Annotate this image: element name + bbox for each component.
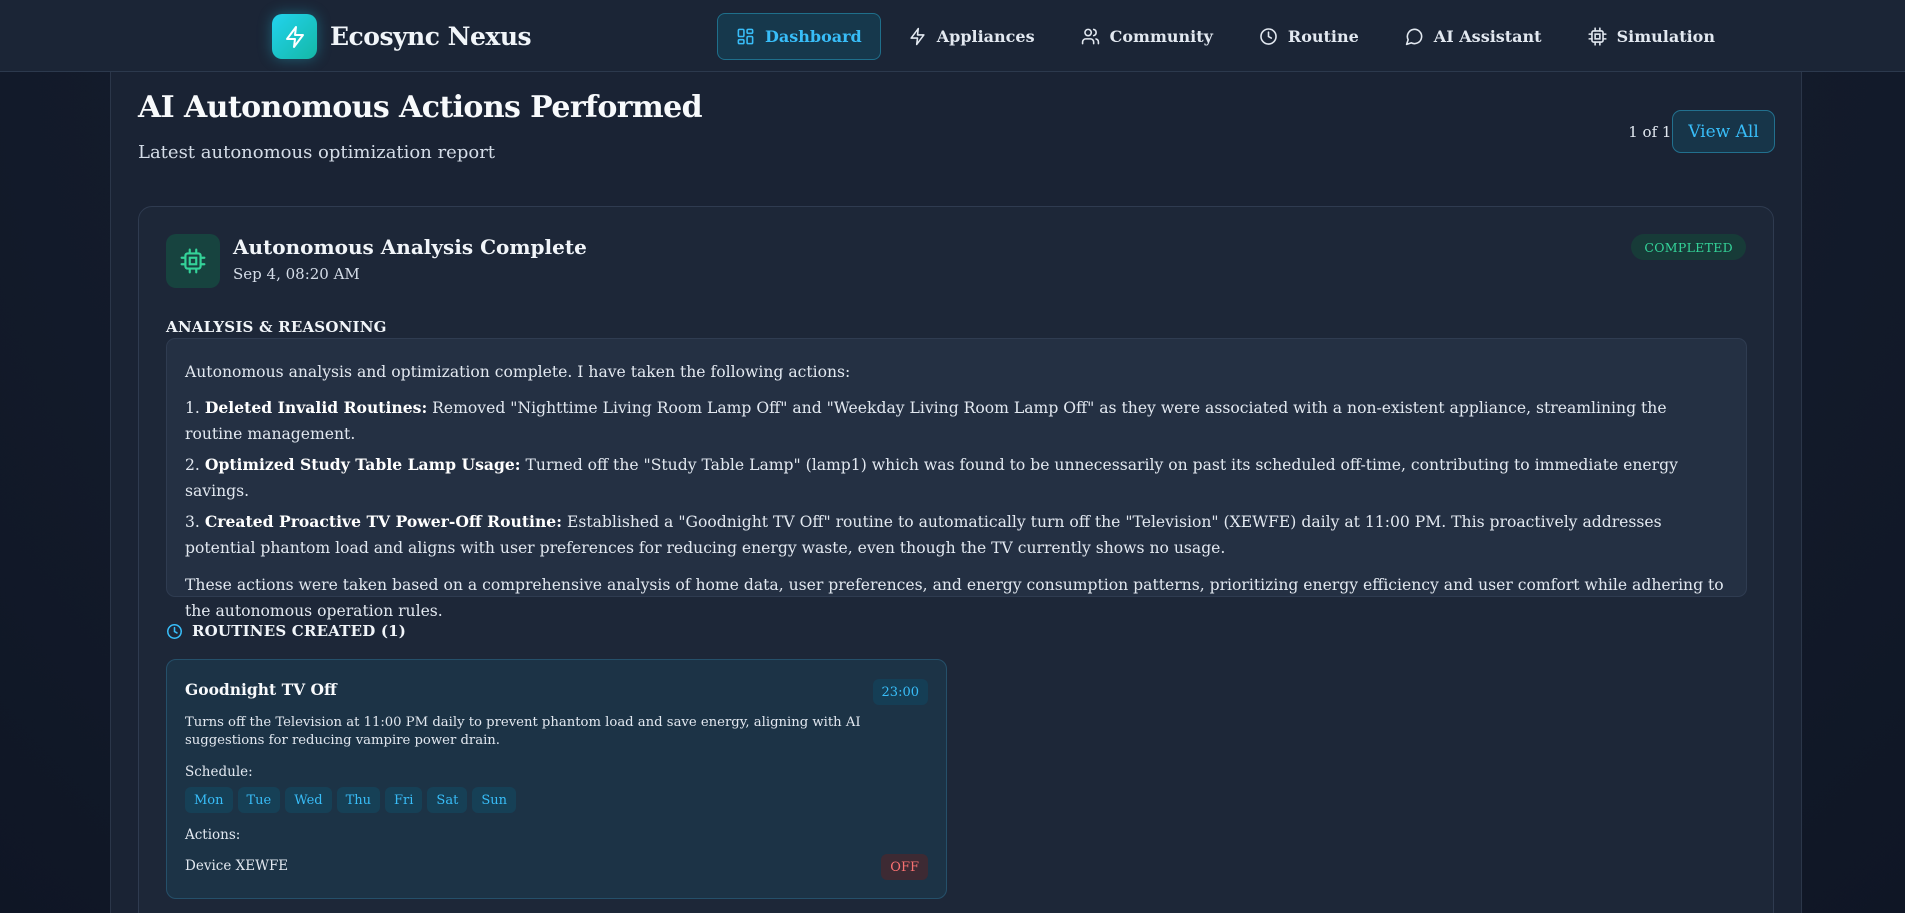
nav-label: AI Assistant (1433, 27, 1542, 46)
chat-bubble-icon (1405, 28, 1423, 46)
day-chip-fri: Fri (385, 787, 423, 813)
routine-name: Goodnight TV Off (185, 680, 337, 699)
users-icon (1081, 28, 1099, 45)
action-state-badge: OFF (881, 854, 928, 880)
item-number: 2. (185, 456, 200, 474)
list-item: 1. Deleted Invalid Routines: Removed "Ni… (185, 395, 1728, 447)
nav-label: Community (1109, 27, 1213, 46)
schedule-days: Mon Tue Wed Thu Fri Sat Sun (185, 787, 521, 813)
day-chip-wed: Wed (285, 787, 332, 813)
cpu-chip-icon (166, 234, 220, 288)
top-navbar: Ecosync Nexus Dashboard Appliances Commu… (0, 0, 1905, 72)
item-number: 3. (185, 513, 200, 531)
nav-item-appliances[interactable]: Appliances (889, 13, 1054, 60)
brand[interactable]: Ecosync Nexus (272, 14, 532, 59)
status-badge: COMPLETED (1631, 234, 1746, 260)
clock-icon (1260, 28, 1277, 45)
day-chip-tue: Tue (237, 787, 281, 813)
analysis-list: 1. Deleted Invalid Routines: Removed "Ni… (185, 395, 1728, 561)
item-title: Optimized Study Table Lamp Usage: (204, 455, 521, 474)
actions-label: Actions: (185, 827, 241, 843)
day-chip-sun: Sun (472, 787, 516, 813)
nav-item-simulation[interactable]: Simulation (1569, 13, 1734, 60)
nav-item-dashboard[interactable]: Dashboard (717, 13, 881, 60)
report-date: Sep 4, 08:20 AM (233, 265, 360, 283)
nav-item-ai-assistant[interactable]: AI Assistant (1386, 13, 1561, 60)
schedule-label: Schedule: (185, 764, 253, 780)
day-chip-thu: Thu (336, 787, 381, 813)
analysis-outro: These actions were taken based on a comp… (185, 576, 1724, 620)
nav-label: Dashboard (765, 27, 862, 46)
nav-item-community[interactable]: Community (1062, 13, 1232, 60)
routine-time-badge: 23:00 (872, 679, 928, 705)
routines-heading: ROUTINES CREATED (1) (166, 622, 406, 640)
main-panel: AI Autonomous Actions Performed Latest a… (110, 72, 1802, 913)
day-chip-mon: Mon (185, 787, 233, 813)
nav-label: Appliances (936, 27, 1035, 46)
list-item: 3. Created Proactive TV Power-Off Routin… (185, 509, 1728, 561)
app-name: Ecosync Nexus (330, 22, 532, 51)
nav-label: Simulation (1616, 27, 1715, 46)
item-title: Created Proactive TV Power-Off Routine: (204, 512, 562, 531)
cpu-chip-icon (1587, 27, 1607, 46)
main-nav: Dashboard Appliances Community Routine A… (717, 13, 1742, 60)
dashboard-grid-icon (737, 28, 754, 45)
analysis-box: Autonomous analysis and optimization com… (166, 338, 1747, 620)
report-card: Autonomous Analysis Complete Sep 4, 08:2… (138, 206, 1774, 913)
analysis-heading: ANALYSIS & REASONING (166, 318, 387, 336)
lightning-icon (910, 27, 925, 46)
report-title: Autonomous Analysis Complete (233, 235, 587, 259)
nav-label: Routine (1287, 27, 1359, 46)
page-title: AI Autonomous Actions Performed (138, 90, 703, 125)
routine-card[interactable]: Goodnight TV Off 23:00 Turns off the Tel… (166, 659, 947, 899)
list-item: 2. Optimized Study Table Lamp Usage: Tur… (185, 452, 1728, 504)
routines-heading-label: ROUTINES CREATED (1) (192, 622, 407, 640)
lightning-bolt-icon (272, 14, 317, 59)
item-number: 1. (185, 399, 200, 417)
nav-item-routine[interactable]: Routine (1240, 13, 1378, 60)
action-device: Device XEWFE (185, 858, 289, 874)
item-title: Deleted Invalid Routines: (204, 398, 428, 417)
day-chip-sat: Sat (427, 787, 468, 813)
analysis-intro: Autonomous analysis and optimization com… (185, 363, 851, 381)
clock-icon (166, 623, 183, 639)
page-subtitle: Latest autonomous optimization report (138, 142, 496, 163)
view-all-button[interactable]: View All (1672, 110, 1775, 153)
routine-description: Turns off the Television at 11:00 PM dai… (185, 715, 861, 748)
